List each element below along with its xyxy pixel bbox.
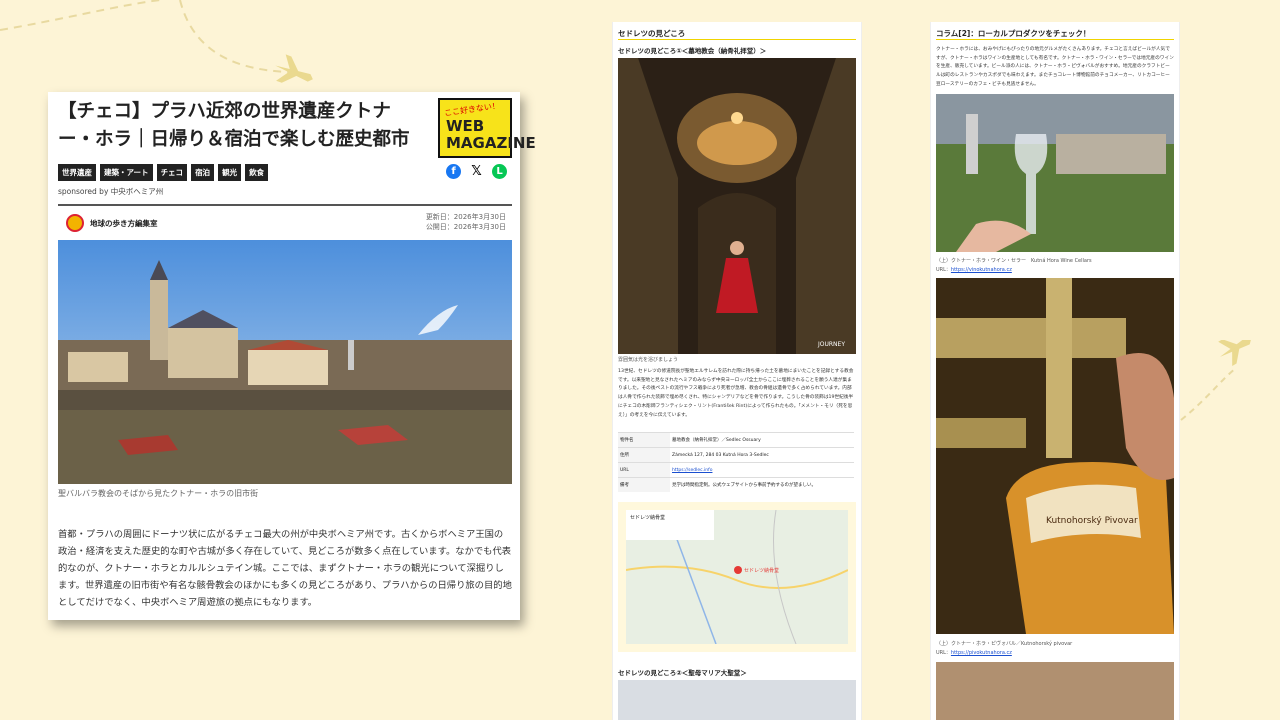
wine-url-line: URL：https://vinokutnahora.cz — [936, 266, 1012, 273]
published-date: 公開日：2026年3月30日 — [425, 223, 506, 231]
web-magazine-logo[interactable]: ここ好きない！ WEB MAGAZINE — [438, 98, 536, 158]
sponsor-line: sponsored by 中央ボヘミア州 — [58, 187, 164, 196]
article-title: 【チェコ】プラハ近郊の世界遺産クトナー・ホラ｜日帰り＆宿泊で楽しむ歴史都市 — [58, 101, 410, 150]
tag-item[interactable]: 飲食 — [245, 164, 269, 181]
author-avatar — [66, 214, 84, 232]
divider — [58, 204, 512, 206]
article-dates: 更新日：2026年3月30日 公開日：2026年3月30日 — [426, 212, 506, 232]
info-table: 物件名 墓地教会（納骨礼拝堂）／Sedlec Ossuary 住所 Zámecká … — [618, 432, 854, 492]
facebook-icon[interactable]: f — [446, 164, 461, 179]
embedded-map[interactable]: セドレツ納骨堂 セドレツ納骨堂 — [626, 510, 848, 644]
product-photo — [936, 662, 1174, 720]
tag-item[interactable]: 建築・アート — [100, 164, 153, 181]
hero-caption: 聖バルバラ教会のそばから見たクトナー・ホラの旧市街 — [58, 489, 259, 498]
photo-caption: 雰囲気は光を浴びましょう — [618, 357, 679, 363]
sedlec-section-card: セドレツの見どころ セドレツの見どころ①＜墓地教会（納骨礼拝堂）＞ JOURNE… — [612, 22, 862, 720]
airplane-icon — [275, 54, 313, 83]
updated-date: 更新日：2026年3月30日 — [425, 213, 506, 221]
map-pin-icon — [734, 566, 742, 574]
brewery-url-line: URL：https://pivokutnahora.cz — [936, 649, 1012, 656]
cathedral-photo — [618, 680, 856, 720]
share-buttons: f 𝕏 L — [446, 164, 507, 179]
map-pin-label: セドレツ納骨堂 — [744, 567, 779, 574]
section-title: セドレツの見どころ — [618, 29, 686, 38]
column-paragraph: クトナー・ホラには、おみやげにもぴったりの地元グルメがたくさんあります。チェコと… — [936, 47, 1174, 87]
map-container: セドレツ納骨堂 セドレツ納骨堂 — [618, 502, 856, 652]
row-value: 見学は時間指定制。公式ウェブサイトから事前予約するのが望ましい。 — [670, 477, 854, 492]
brewery-photo: Kutnohorský Pivovar — [936, 278, 1174, 634]
author-byline[interactable]: 地球の歩き方編集室 — [66, 214, 158, 232]
subsection-title: セドレツの見どころ①＜墓地教会（納骨礼拝堂）＞ — [618, 47, 767, 55]
url-label: URL： — [936, 267, 951, 273]
wine-cellar-photo — [936, 94, 1174, 252]
tag-list: 世界遺産 建築・アート チェコ 宿泊 観光 飲食 — [58, 164, 269, 181]
section-underline — [618, 39, 856, 40]
table-row: 備考 見学は時間指定制。公式ウェブサイトから事前予約するのが望ましい。 — [618, 477, 854, 492]
column-card: コラム[2]：ローカルプロダクツをチェック！ クトナー・ホラには、おみやげにもぴ… — [930, 22, 1180, 720]
row-value: Zámecká 127, 284 03 Kutná Hora 3-Sedlec — [670, 447, 854, 463]
beer-label: Kutnohorský Pivovar — [1046, 516, 1138, 526]
photo-credit: JOURNEY — [817, 341, 845, 348]
brewery-url-link[interactable]: https://pivokutnahora.cz — [951, 650, 1012, 656]
row-value: 墓地教会（納骨礼拝堂）／Sedlec Ossuary — [670, 432, 854, 448]
column-underline — [936, 39, 1174, 40]
brewery-caption: （上）クトナー・ホラ・ピヴォバル／Kutnohorský pivovar — [936, 641, 1073, 647]
article-body: 首都・プラハの周囲にドーナツ状に広がるチェコ最大の州が中央ボヘミア州です。古くか… — [58, 529, 512, 608]
line-icon[interactable]: L — [492, 164, 507, 179]
row-label: 備考 — [618, 477, 670, 492]
url-label: URL： — [936, 650, 951, 656]
dashed-flight-path-right — [1180, 340, 1252, 421]
map-place-name: セドレツ納骨堂 — [630, 514, 665, 521]
table-row: 物件名 墓地教会（納骨礼拝堂）／Sedlec Ossuary — [618, 432, 854, 448]
row-label: 物件名 — [618, 432, 670, 448]
airplane-icon — [1218, 340, 1252, 367]
tag-item[interactable]: 宿泊 — [191, 164, 215, 181]
table-row: 住所 Zámecká 127, 284 03 Kutná Hora 3-Sedle… — [618, 447, 854, 463]
article-card: 【チェコ】プラハ近郊の世界遺産クトナー・ホラ｜日帰り＆宿泊で楽しむ歴史都市 ここ… — [48, 92, 536, 620]
wine-url-link[interactable]: https://vinokutnahora.cz — [951, 267, 1012, 273]
wine-caption: （上）クトナー・ホラ・ワイン・セラー Kutná Hora Wine Cella… — [936, 258, 1092, 264]
dashed-flight-path-top — [0, 0, 313, 83]
row-label: 住所 — [618, 447, 670, 463]
tag-item[interactable]: チェコ — [156, 164, 188, 181]
row-label: URL — [618, 462, 670, 478]
sedlec-paragraph: 13世紀、セドレツの修道院長が聖地エルサレムを訪れた際に持ち帰った土を墓地にまい… — [618, 369, 854, 418]
tag-item[interactable]: 世界遺産 — [58, 164, 96, 181]
author-name: 地球の歩き方編集室 — [90, 218, 158, 228]
tag-item[interactable]: 観光 — [218, 164, 242, 181]
ossuary-photo: JOURNEY — [618, 58, 856, 354]
table-row: URL https://sedlec.info — [618, 462, 854, 478]
hero-photo-kutna-hora — [58, 240, 512, 484]
column-title: コラム[2]：ローカルプロダクツをチェック！ — [936, 29, 1091, 38]
x-icon[interactable]: 𝕏 — [469, 164, 484, 179]
logo-wordmark: WEB MAGAZINE — [446, 117, 536, 152]
subsection-title-2: セドレツの見どころ②＜聖母マリア大聖堂＞ — [618, 669, 747, 677]
sedlec-url-link[interactable]: https://sedlec.info — [672, 468, 712, 473]
